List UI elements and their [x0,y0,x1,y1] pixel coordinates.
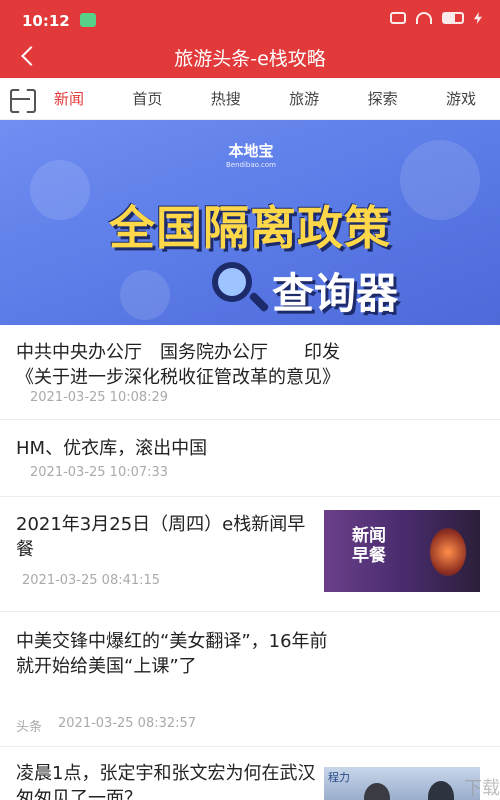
tab-list: 新闻 首页 热搜 旅游 探索 游戏 [46,78,500,120]
news-time: 2021-03-25 08:32:57 [58,716,197,731]
status-time: 10:12 [22,12,70,30]
banner-title: 全国隔离政策 [109,201,391,255]
news-item[interactable]: 2021年3月25日（周四）e栈新闻早餐 2021-03-25 08:41:15… [0,497,500,612]
news-thumbnail: 程力 [324,767,480,800]
wifi-icon [416,12,432,24]
tab-travel[interactable]: 旅游 [281,78,327,120]
banner-subtitle: 查询器 [272,269,399,318]
thumbnail-person [428,781,454,800]
news-title: HM、优衣库，滚出中国 [16,438,208,459]
page-title: 旅游头条-e栈攻略 [174,48,326,70]
thumbnail-decor [430,528,466,576]
thumbnail-label-line: 新闻 [352,526,386,546]
news-time: 2021-03-25 10:08:29 [30,390,169,405]
banner-brand-logo: 本地宝 Bendibao.com [212,140,290,176]
news-item[interactable]: 中共中央办公厅 国务院办公厅 印发 《关于进一步深化税收征管改革的意见》 202… [0,325,500,420]
tab-news[interactable]: 新闻 [46,78,92,120]
news-time: 2021-03-25 08:41:15 [22,573,161,588]
tab-trending[interactable]: 热搜 [203,78,249,120]
thumbnail-caption: 程力 [328,771,350,784]
news-title: 2021年3月25日（周四）e栈新闻早餐 [16,514,306,560]
status-icons [390,12,482,24]
magnifier-icon [212,262,252,302]
news-title-line: 《关于进一步深化税收征管改革的意见》 [16,367,340,388]
news-item[interactable]: 凌晨1点，张定宇和张文宏为何在武汉匆匆见了一面？ 程力 [0,747,500,800]
thumbnail-person [364,783,390,800]
tab-home[interactable]: 首页 [124,78,170,120]
news-time: 2021-03-25 10:07:33 [30,465,169,480]
news-item[interactable]: 中美交锋中爆红的“美女翻译”，16年前就开始给美国“上课”了 头条 2021-0… [0,612,500,747]
brand-domain: Bendibao.com [225,161,276,169]
watermark-text: 下载 [464,778,500,799]
news-title-line: 中共中央办公厅 国务院办公厅 印发 [16,342,340,363]
tab-explore[interactable]: 探索 [360,78,406,120]
battery-icon [442,12,464,24]
app-header: 10:12 旅游头条-e栈攻略 [0,0,500,78]
decor-bubble [120,270,170,320]
promo-banner[interactable]: 本地宝 Bendibao.com 全国隔离政策 查询器 [0,120,500,325]
nav-bar: 旅游头条-e栈攻略 [0,34,500,78]
news-source: 头条 [16,720,43,735]
category-tabs: 新闻 首页 热搜 旅游 探索 游戏 [0,78,500,120]
wechat-notification-icon [80,13,96,27]
charging-icon [474,12,482,24]
news-title: 中美交锋中爆红的“美女翻译”，16年前就开始给美国“上课”了 [16,631,328,677]
news-title: 凌晨1点，张定宇和张文宏为何在武汉匆匆见了一面？ [16,763,316,800]
scan-icon[interactable] [10,89,32,109]
news-item[interactable]: HM、优衣库，滚出中国 2021-03-25 10:07:33 [0,420,500,497]
signal-icon [390,12,406,24]
tab-games[interactable]: 游戏 [438,78,484,120]
thumbnail-label: 新闻 早餐 [352,526,386,566]
news-list: 中共中央办公厅 国务院办公厅 印发 《关于进一步深化税收征管改革的意见》 202… [0,325,500,800]
brand-name: 本地宝 [228,142,274,160]
thumbnail-label-line: 早餐 [352,546,386,566]
status-bar: 10:12 [0,0,500,34]
news-thumbnail: 新闻 早餐 [324,510,480,592]
